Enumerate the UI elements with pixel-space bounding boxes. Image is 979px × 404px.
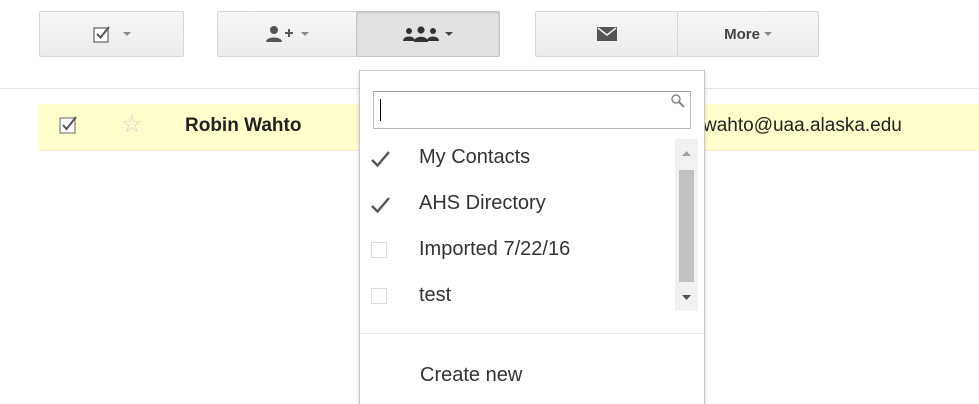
create-new-group-item[interactable]: Create new [420,364,522,387]
unchecked-box-icon [371,288,387,304]
star-icon[interactable]: ☆ [121,112,143,138]
more-dropdown-button[interactable]: More [677,11,819,57]
chevron-down-icon [763,32,772,36]
add-contact-button[interactable] [217,11,357,57]
menu-divider [360,333,704,334]
group-item-label: Imported 7/22/16 [419,238,571,260]
chevron-down-icon [301,32,309,36]
scroll-up-arrow-icon[interactable] [675,139,698,169]
group-item-label: test [419,284,452,306]
group-item-imported[interactable]: Imported 7/22/16 [360,231,680,277]
scrollbar-thumb[interactable] [679,170,694,282]
group-item-my-contacts[interactable]: My Contacts [360,139,680,185]
contact-name[interactable]: Robin Wahto [185,115,301,137]
check-icon [371,197,390,214]
chevron-down-icon [122,32,131,36]
group-item-label: My Contacts [419,146,531,168]
group-list: My Contacts AHS Directory Imported 7/22/… [360,139,704,317]
group-item-label: AHS Directory [419,192,546,214]
unchecked-box-icon [371,242,387,258]
search-icon [671,94,685,108]
check-icon [371,151,390,168]
envelope-icon [596,27,617,41]
row-checkbox[interactable] [59,116,77,134]
checkbox-select-icon [92,26,110,43]
group-search-field[interactable] [373,91,691,129]
group-search-input[interactable] [374,92,666,126]
select-dropdown-button[interactable] [39,11,184,57]
email-button[interactable] [535,11,678,57]
scroll-down-arrow-icon[interactable] [675,284,698,311]
group-icon [403,26,439,42]
text-cursor [380,99,381,121]
contact-email[interactable]: wahto@uaa.alaska.edu [703,115,902,137]
more-label: More [724,25,760,43]
group-item-ahs-directory[interactable]: AHS Directory [360,185,680,231]
group-list-scrollbar[interactable] [675,139,698,311]
groups-menu: My Contacts AHS Directory Imported 7/22/… [359,70,705,404]
chevron-down-icon [445,32,453,36]
add-person-icon [266,26,293,42]
groups-dropdown-button[interactable] [356,11,500,57]
group-item-test[interactable]: test [360,277,680,323]
